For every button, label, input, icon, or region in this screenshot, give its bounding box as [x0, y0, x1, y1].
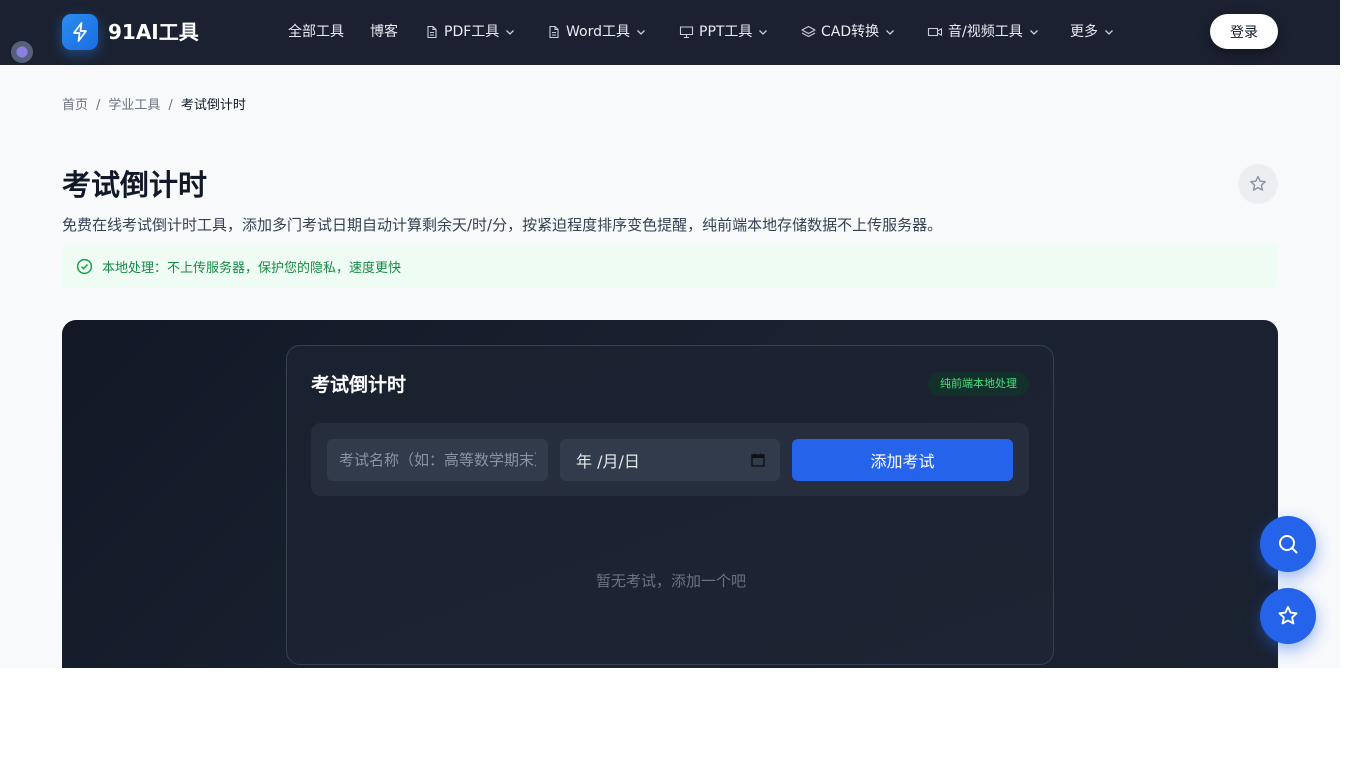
add-exam-form: 年 /月/日 添加考试: [311, 423, 1029, 496]
chevron-down-icon: [759, 30, 768, 35]
nav-all-tools[interactable]: 全部工具: [288, 21, 344, 43]
logo-icon[interactable]: [62, 14, 98, 50]
breadcrumb-home[interactable]: 首页: [62, 96, 88, 116]
page-description: 免费在线考试倒计时工具，添加多门考试日期自动计算剩余天/时/分，按紧迫程度排序变…: [62, 216, 943, 234]
search-icon: [1279, 535, 1298, 554]
privacy-notice: 本地处理：不上传服务器，保护您的隐私，速度更快: [62, 244, 1278, 288]
exam-name-input[interactable]: [327, 439, 548, 481]
document-icon: [549, 25, 559, 39]
nav-media-label: 音/视频工具: [948, 24, 1023, 40]
star-icon: [1278, 606, 1298, 625]
star-icon: [1250, 175, 1266, 191]
page-viewport: 91AI工具 全部工具 博客 PDF工具 Word工具 PPT工具 CAD转换 …: [0, 0, 1340, 668]
chevron-down-icon: [1105, 30, 1113, 35]
chevron-down-icon: [637, 30, 645, 35]
nav-pdf-label: PDF工具: [444, 24, 500, 40]
top-navbar: 91AI工具 全部工具 博客 PDF工具 Word工具 PPT工具 CAD转换 …: [0, 0, 1340, 65]
breadcrumb-separator: /: [96, 98, 101, 113]
nav-cad-label: CAD转换: [821, 24, 880, 40]
empty-state-text: 暂无考试，添加一个吧: [595, 572, 746, 590]
nav-all-tools-label: 全部工具: [288, 24, 344, 40]
breadcrumb-current: 考试倒计时: [180, 98, 246, 113]
assistant-avatar[interactable]: [11, 41, 33, 63]
breadcrumb: 首页 / 学业工具 / 考试倒计时: [62, 96, 246, 116]
add-exam-button[interactable]: 添加考试: [792, 439, 1013, 481]
breadcrumb-separator: /: [168, 98, 173, 113]
nav-ppt[interactable]: PPT工具: [679, 21, 769, 43]
breadcrumb-category[interactable]: 学业工具: [108, 96, 160, 116]
chevron-down-icon: [886, 30, 895, 35]
logo-text[interactable]: 91AI工具: [108, 18, 199, 46]
nav-word[interactable]: Word工具: [547, 21, 647, 43]
nav-blog-label: 博客: [370, 24, 398, 40]
local-processing-badge: 纯前端本地处理: [928, 372, 1029, 396]
nav-blog[interactable]: 博客: [370, 21, 398, 43]
chevron-down-icon: [506, 30, 515, 35]
favorites-fab[interactable]: [1260, 588, 1316, 644]
nav-cad[interactable]: CAD转换: [801, 21, 896, 43]
nav-ppt-label: PPT工具: [699, 24, 753, 40]
login-button[interactable]: 登录: [1210, 14, 1278, 49]
calendar-icon[interactable]: [750, 452, 766, 468]
nav-more[interactable]: 更多: [1070, 21, 1115, 43]
favorite-button[interactable]: [1238, 164, 1278, 204]
nav-more-label: 更多: [1070, 24, 1098, 40]
video-camera-icon: [927, 27, 943, 37]
presentation-icon: [679, 26, 694, 39]
tool-panel: 考试倒计时 纯前端本地处理 年 /月/日 添加考试 暂无考试，添加一个吧: [62, 320, 1278, 668]
document-icon: [427, 25, 437, 39]
exam-date-value: 年 /月/日: [576, 452, 640, 471]
layers-icon: [801, 25, 816, 38]
card-title: 考试倒计时: [311, 374, 407, 396]
nav-media[interactable]: 音/视频工具: [927, 21, 1040, 43]
countdown-card: 考试倒计时 纯前端本地处理 年 /月/日 添加考试 暂无考试，添加一个吧: [286, 345, 1054, 665]
page-title: 考试倒计时: [62, 168, 208, 202]
exam-date-input[interactable]: 年 /月/日: [560, 439, 780, 481]
check-circle-icon: [76, 258, 93, 274]
search-fab[interactable]: [1260, 516, 1316, 572]
nav-word-label: Word工具: [566, 24, 630, 40]
nav-pdf[interactable]: PDF工具: [425, 21, 516, 43]
privacy-notice-text: 本地处理：不上传服务器，保护您的隐私，速度更快: [102, 260, 402, 276]
chevron-down-icon: [1029, 30, 1038, 35]
